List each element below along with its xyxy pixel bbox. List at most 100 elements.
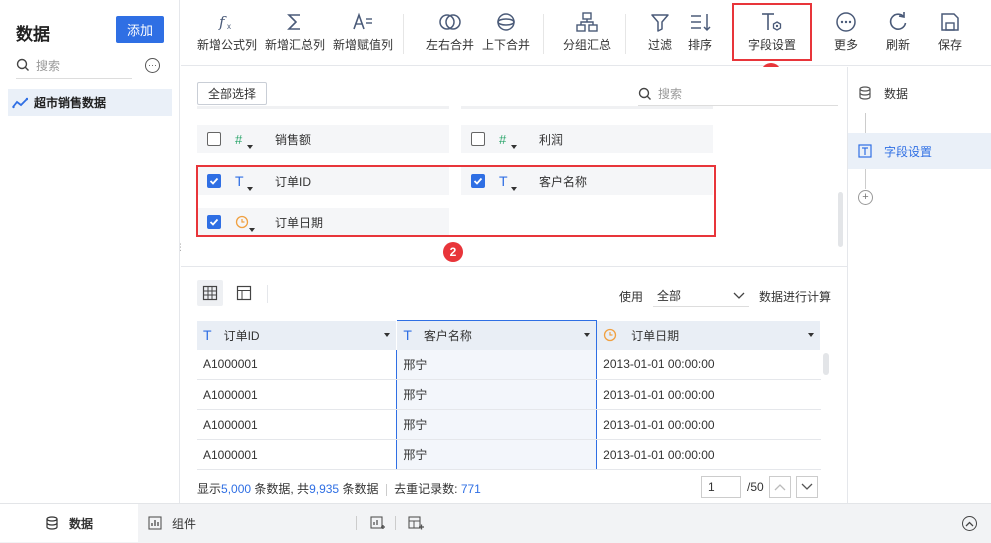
column-header-label: 订单日期 bbox=[631, 328, 680, 343]
table-cell: 邢宁 bbox=[396, 439, 598, 470]
column-header-label: 客户名称 bbox=[423, 328, 472, 343]
dataset-item[interactable]: 超市销售数据 bbox=[8, 89, 172, 116]
column-header-customer-name[interactable]: T 客户名称 bbox=[396, 320, 598, 350]
number-type-icon[interactable]: # bbox=[235, 129, 259, 149]
step-field-settings[interactable]: 字段设置 bbox=[848, 133, 991, 169]
sidebar-more-icon[interactable]: ··· bbox=[145, 58, 160, 73]
sort-button[interactable]: 排序 bbox=[668, 8, 732, 53]
calc-label: 数据进行计算 bbox=[759, 289, 832, 304]
sidebar-search-input[interactable]: 搜索 bbox=[16, 52, 132, 79]
dedup-count: 771 bbox=[460, 482, 481, 496]
field-row-profit[interactable]: # 利润 bbox=[461, 125, 713, 153]
merge-left-right-label: 左右合并 bbox=[425, 38, 474, 52]
column-menu-icon[interactable] bbox=[808, 333, 814, 337]
field-list-scrollbar[interactable] bbox=[838, 192, 843, 247]
calc-scope-select[interactable]: 全部 bbox=[653, 285, 750, 307]
field-row-sales[interactable]: # 销售额 bbox=[197, 125, 449, 153]
panel-resize-handle[interactable]: ⋮ bbox=[176, 243, 185, 259]
add-formula-column-button[interactable]: fx 新增公式列 bbox=[195, 8, 259, 53]
table-cell: A1000001 bbox=[197, 349, 397, 380]
table-scrollbar[interactable] bbox=[823, 353, 829, 375]
toolbar-divider bbox=[543, 14, 544, 54]
search-icon bbox=[638, 87, 651, 100]
group-summary-label: 分组汇总 bbox=[562, 38, 611, 52]
column-header-order-date[interactable]: 订单日期 bbox=[596, 320, 821, 350]
field-checkbox[interactable] bbox=[207, 132, 221, 146]
field-settings-highlight-box bbox=[732, 3, 812, 61]
grid-view-icon[interactable] bbox=[197, 280, 223, 306]
column-menu-icon[interactable] bbox=[584, 333, 591, 338]
collapse-up-icon[interactable] bbox=[962, 516, 977, 531]
column-header-label: 订单ID bbox=[223, 328, 260, 343]
prev-page-button[interactable] bbox=[768, 476, 791, 498]
add-step-icon[interactable]: + bbox=[858, 190, 873, 205]
add-summary-column-label: 新增汇总列 bbox=[264, 38, 325, 52]
layout-view-icon[interactable] bbox=[231, 280, 257, 306]
group-summary-button[interactable]: 分组汇总 bbox=[555, 8, 619, 53]
merge-left-right-button[interactable]: 左右合并 bbox=[418, 8, 482, 53]
data-preview-table: T 订单ID T 客户名称 订单日期 A1000001 邢宁 2013-01-01 … bbox=[197, 320, 821, 470]
add-dashboard-icon[interactable] bbox=[408, 516, 424, 534]
line-chart-icon bbox=[12, 97, 28, 108]
app: 数据 添加 搜索 ··· 超市销售数据 fx 新增公式列 新增汇总列 新增赋值列… bbox=[0, 0, 991, 543]
table-cell: 2013-01-01 00:00:00 bbox=[596, 379, 821, 410]
toolbar: fx 新增公式列 新增汇总列 新增赋值列 左右合并 上下合并 分组汇总 过滤 排… bbox=[181, 0, 991, 83]
add-assign-column-button[interactable]: 新增赋值列 bbox=[331, 8, 395, 53]
field-list-top-edge bbox=[197, 106, 449, 109]
field-search-placeholder: 搜索 bbox=[658, 87, 683, 101]
use-label: 使用 bbox=[619, 289, 644, 304]
table-cell: A1000001 bbox=[197, 439, 397, 470]
table-cell: A1000001 bbox=[197, 409, 397, 440]
date-type-icon[interactable] bbox=[603, 328, 617, 342]
sidebar-search-placeholder: 搜索 bbox=[36, 58, 61, 73]
data-sidebar: 数据 添加 搜索 ··· 超市销售数据 bbox=[0, 0, 180, 503]
preview-panel: 使用 全部 数据进行计算 T 订单ID T 客户名称 订单日期 A1000001 邢… bbox=[181, 266, 847, 503]
chevron-down-icon bbox=[733, 292, 745, 299]
column-menu-icon[interactable] bbox=[384, 333, 391, 337]
calc-scope: 使用 全部 数据进行计算 bbox=[619, 285, 831, 307]
record-summary: 显示5,000 条数据, 共9,935 条数据 去重记录数: 771 bbox=[197, 480, 481, 497]
field-name: 利润 bbox=[539, 132, 564, 147]
add-button[interactable]: 添加 bbox=[116, 16, 164, 43]
column-header-order-id[interactable]: T 订单ID bbox=[197, 320, 398, 350]
field-settings-panel: 全部选择 搜索 # 销售额 # 利润 T 订单ID T 客户名称 订单日期 2 bbox=[181, 67, 847, 265]
refresh-icon bbox=[889, 12, 907, 30]
svg-text:f: f bbox=[218, 13, 227, 31]
field-search-input[interactable]: 搜索 bbox=[638, 82, 838, 106]
table-cell: A1000001 bbox=[197, 379, 397, 410]
page-total: /50 bbox=[747, 480, 764, 494]
group-icon bbox=[576, 12, 598, 32]
text-type-icon[interactable]: T bbox=[403, 327, 412, 343]
select-all-button[interactable]: 全部选择 bbox=[197, 82, 267, 105]
filter-icon bbox=[651, 14, 669, 32]
add-summary-column-button[interactable]: 新增汇总列 bbox=[263, 8, 327, 53]
number-type-icon[interactable]: # bbox=[499, 129, 523, 149]
table-cell: 邢宁 bbox=[396, 379, 598, 410]
step-label: 字段设置 bbox=[884, 144, 933, 159]
table-cell: 2013-01-01 00:00:00 bbox=[596, 409, 821, 440]
tab-data[interactable]: 数据 bbox=[0, 504, 138, 542]
add-formula-column-label: 新增公式列 bbox=[196, 38, 257, 52]
bottom-bar: 数据 组件 bbox=[0, 503, 991, 543]
text-type-icon[interactable]: T bbox=[203, 327, 212, 343]
merge-lr-icon bbox=[439, 14, 461, 30]
merge-top-bottom-button[interactable]: 上下合并 bbox=[474, 8, 538, 53]
tab-component[interactable]: 组件 bbox=[148, 504, 196, 542]
next-page-button[interactable] bbox=[795, 476, 818, 498]
shown-count: 5,000 bbox=[221, 482, 252, 496]
add-component-icon[interactable] bbox=[370, 516, 385, 534]
step-data[interactable]: 数据 bbox=[848, 75, 991, 111]
table-cell: 邢宁 bbox=[396, 349, 598, 380]
sidebar-title: 数据 bbox=[16, 25, 50, 44]
save-button[interactable]: 保存 bbox=[918, 8, 982, 53]
field-checkbox[interactable] bbox=[471, 132, 485, 146]
page-input[interactable]: 1 bbox=[701, 476, 741, 498]
bottom-divider bbox=[395, 516, 396, 530]
step-connector bbox=[865, 113, 866, 133]
table-row: A1000001 邢宁 2013-01-01 00:00:00 bbox=[197, 379, 821, 410]
table-cell: 邢宁 bbox=[396, 409, 598, 440]
calc-scope-value: 全部 bbox=[657, 289, 682, 303]
selected-fields-highlight-box bbox=[196, 165, 716, 237]
refresh-label: 刷新 bbox=[885, 38, 910, 52]
summary-divider bbox=[385, 483, 387, 496]
